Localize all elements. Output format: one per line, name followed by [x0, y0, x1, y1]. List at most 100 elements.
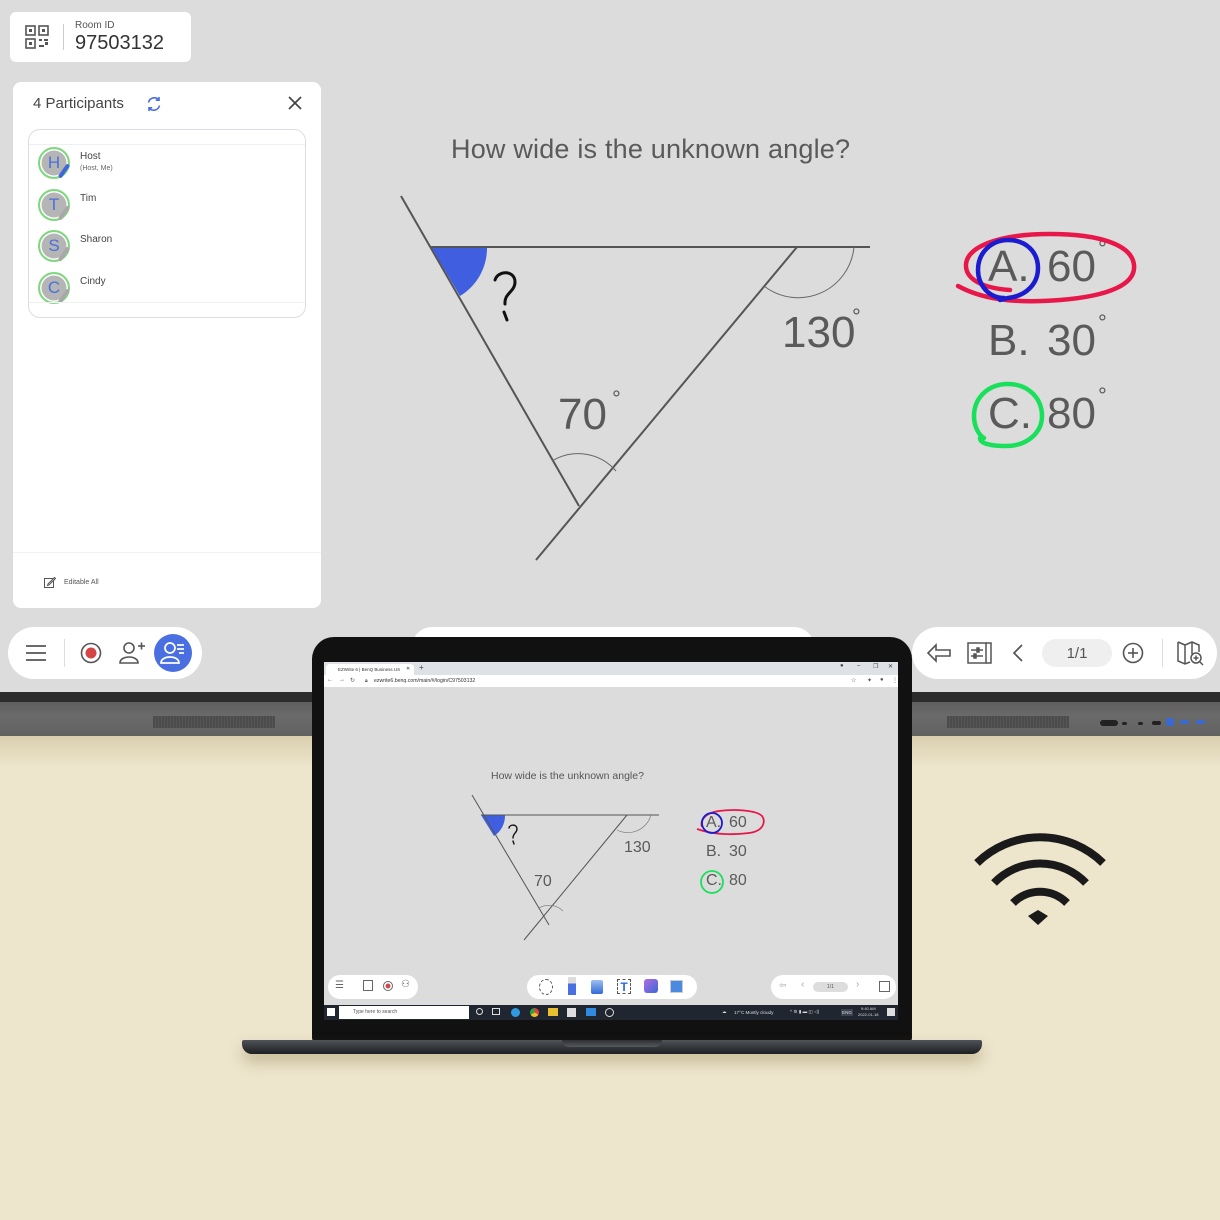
extensions-icon[interactable]: ✦ [867, 677, 872, 684]
minimize-button[interactable]: – [857, 663, 860, 669]
browser-tab[interactable]: EZWrite 6 | BenQ Business US ✕ [326, 664, 414, 675]
mail-icon[interactable] [586, 1008, 596, 1016]
notification-icon[interactable] [887, 1008, 895, 1016]
back-icon[interactable]: ← [327, 677, 333, 683]
record-icon[interactable] [80, 642, 102, 669]
chrome-icon[interactable] [530, 1008, 539, 1017]
answer-ink-annotations [955, 231, 1137, 449]
profile-icon[interactable]: ● [840, 663, 844, 669]
bookmark-star-icon[interactable]: ☆ [851, 677, 856, 684]
clock-time[interactable]: 9:40 AM [861, 1006, 876, 1011]
room-id-card[interactable]: Room ID 97503132 [10, 12, 191, 62]
room-id-label: Room ID [75, 20, 115, 31]
highlighted-unknown-angle [431, 247, 488, 296]
page-settings-icon[interactable] [967, 641, 993, 670]
undo-icon[interactable] [926, 643, 952, 668]
participant-item[interactable]: T Tim [29, 187, 305, 229]
degree-symbol: ° [612, 386, 621, 411]
participant-name: Host [80, 151, 101, 162]
browser-tab-title: EZWrite 6 | BenQ Business US [338, 667, 401, 672]
angle-arc-130 [763, 246, 855, 299]
weather-icon[interactable]: ☁ [722, 1009, 727, 1015]
triangle-diagram[interactable] [380, 180, 880, 570]
window-close-button[interactable]: ✕ [888, 663, 893, 670]
divider [1162, 639, 1163, 667]
file-explorer-icon[interactable] [548, 1008, 558, 1016]
browser-tab-bar: EZWrite 6 | BenQ Business US ✕ + ● – ❐ ✕ [324, 662, 898, 675]
participants-list-icon [160, 642, 184, 664]
hamburger-menu-icon[interactable] [25, 643, 47, 668]
browser-address-bar: ← → ↻ 🔒︎ ezwrite6.benq.com/main/#/login/… [324, 675, 898, 688]
chevron-left-icon[interactable] [1012, 643, 1024, 668]
weather-text[interactable]: 17°C Mostly cloudy [734, 1010, 773, 1015]
participant-name: Tim [80, 192, 97, 204]
maximize-button[interactable]: ❐ [873, 663, 878, 670]
participant-name: Sharon [80, 234, 113, 245]
mini-chevron-right-icon[interactable]: › [856, 979, 859, 990]
mini-undo-icon[interactable]: ⇦ [779, 980, 787, 991]
mini-menu-icon[interactable]: ☰ [335, 980, 344, 991]
question-mark-ink [493, 271, 517, 322]
participant-item[interactable]: S Sharon [29, 228, 305, 270]
qr-code-icon[interactable] [25, 25, 49, 49]
lasso-select-icon[interactable] [539, 979, 553, 995]
avatar: C [38, 271, 70, 304]
participants-list-button[interactable] [154, 634, 192, 672]
task-view-icon[interactable] [492, 1008, 500, 1015]
green-ink-circle [971, 381, 1045, 449]
angle-label-130: 130 [782, 308, 856, 357]
windows-start-icon[interactable] [327, 1008, 335, 1016]
io-ports [1098, 716, 1210, 732]
main-toolbar-left [8, 627, 202, 679]
clock-date[interactable]: 2022-01-18 [858, 1012, 878, 1017]
eraser-tool-icon[interactable] [591, 980, 603, 994]
divider [13, 552, 321, 553]
image-tool-icon[interactable] [670, 980, 683, 993]
avatar: H [38, 147, 70, 179]
cortana-icon[interactable] [476, 1008, 483, 1015]
text-tool-icon[interactable]: T [617, 979, 631, 994]
page-indicator[interactable]: 1/1 [1042, 639, 1112, 667]
browser-menu-icon[interactable]: ⋮ [892, 677, 898, 684]
url-field[interactable]: ezwrite6.benq.com/main/#/login/C97503132 [374, 678, 475, 684]
edge-icon[interactable] [511, 1008, 520, 1017]
app-icon[interactable] [605, 1008, 614, 1017]
mini-page-indicator[interactable]: 1/1 [813, 982, 848, 992]
triangle-left-line [400, 195, 580, 507]
refresh-icon[interactable] [145, 95, 163, 113]
reload-icon[interactable]: ↻ [350, 677, 355, 684]
mini-chevron-left-icon[interactable]: ‹ [801, 979, 804, 990]
mini-save-icon[interactable] [363, 980, 373, 991]
degree-symbol: ° [852, 304, 861, 329]
close-icon[interactable] [286, 94, 304, 112]
angle-label-70: 70 [558, 390, 607, 439]
participant-item[interactable]: H Host (Host, Me) [29, 145, 305, 187]
mini-toolbar-left: ☰ ⚇ [328, 975, 418, 999]
question-text: How wide is the unknown angle? [451, 134, 851, 164]
store-icon[interactable] [567, 1008, 576, 1017]
mini-record-icon[interactable] [383, 981, 393, 991]
account-icon[interactable]: ● [880, 677, 884, 683]
mini-page-overview-icon[interactable] [879, 981, 890, 992]
add-page-icon[interactable] [1122, 642, 1144, 669]
mini-question-text: How wide is the unknown angle? [491, 770, 644, 782]
new-tab-button[interactable]: + [419, 663, 424, 672]
speaker-grille [153, 716, 275, 728]
mini-add-person-icon[interactable]: ⚇ [401, 979, 410, 990]
laptop-screen: EZWrite 6 | BenQ Business US ✕ + ● – ❐ ✕… [324, 662, 898, 1020]
shapes-tool-icon[interactable] [644, 979, 658, 993]
pen-tool-icon[interactable] [568, 977, 576, 995]
divider [63, 24, 64, 50]
editable-all-button[interactable]: Editable All [44, 576, 99, 588]
room-id-value: 97503132 [75, 32, 164, 54]
lock-icon: 🔒︎ [365, 678, 368, 684]
participant-item[interactable]: C Cindy [29, 270, 305, 312]
add-person-icon[interactable] [118, 640, 146, 671]
taskbar-search-input[interactable]: Type here to search [339, 1006, 469, 1019]
tab-close-icon[interactable]: ✕ [406, 664, 410, 675]
forward-icon[interactable]: → [339, 677, 345, 683]
mini-angle-label-70: 70 [534, 873, 552, 890]
page-overview-icon[interactable] [1176, 640, 1204, 671]
language-indicator[interactable]: ENG [841, 1009, 853, 1016]
system-tray-icons[interactable]: ^ ⚙ ▮ ▬ ◫ ◁) [790, 1009, 819, 1015]
